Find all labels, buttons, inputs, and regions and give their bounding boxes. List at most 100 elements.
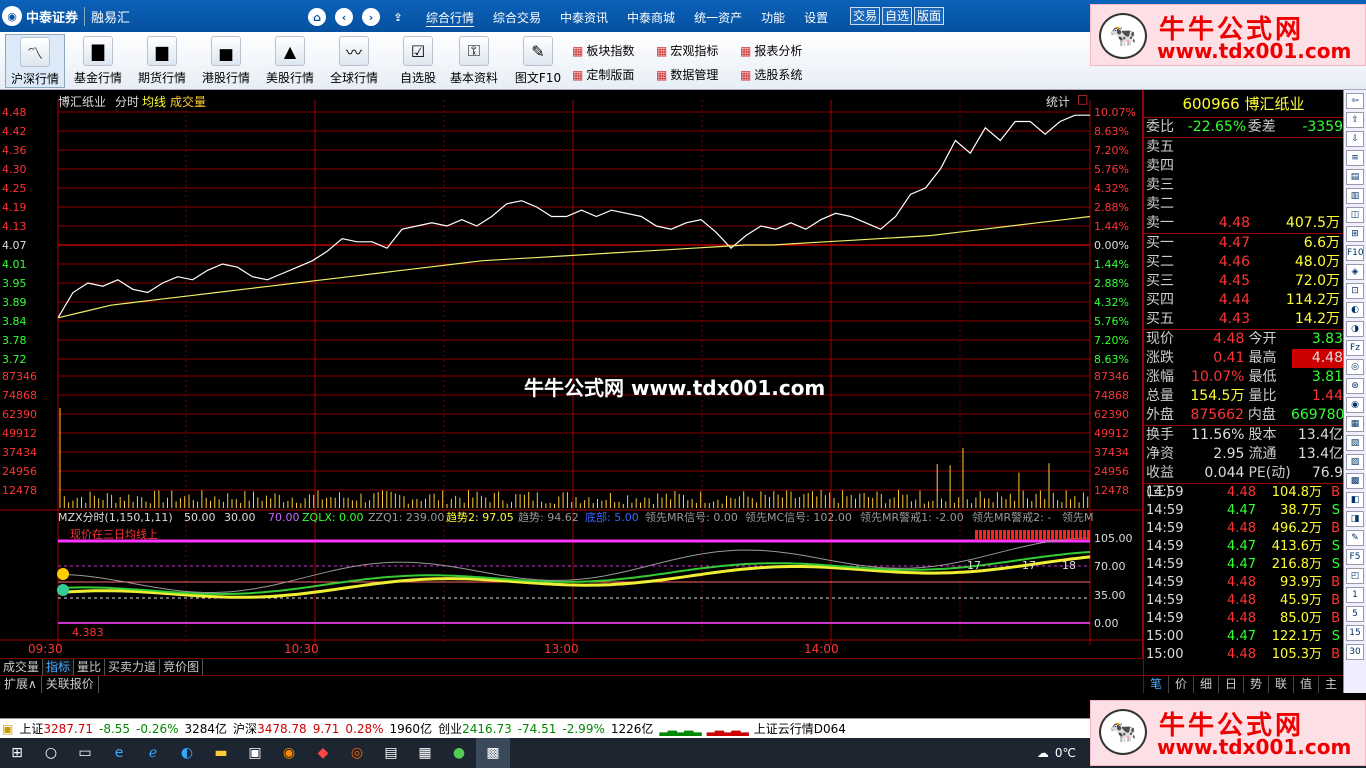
app-icon-pin[interactable]: ◎ — [340, 738, 374, 768]
side-tool-icon-23[interactable]: ✎ — [1346, 530, 1364, 546]
side-tool-icon-13[interactable]: Fz — [1346, 340, 1364, 356]
menu-5[interactable]: 功能 — [761, 9, 785, 27]
panel-tab-1[interactable]: 价 — [1169, 676, 1194, 693]
side-tool-icon-25[interactable]: ◰ — [1346, 568, 1364, 584]
weather[interactable]: ☁ 0℃ — [1037, 746, 1076, 760]
panel-tab-5[interactable]: 联 — [1269, 676, 1294, 693]
panel-tab-4[interactable]: 势 — [1244, 676, 1269, 693]
stats-button[interactable]: 统计 — [1046, 93, 1070, 110]
ob-volume: 48.0万 — [1294, 254, 1340, 270]
ie-icon[interactable]: ℯ — [136, 738, 170, 768]
back-icon[interactable]: ‹ — [335, 8, 353, 26]
panel-tab-0[interactable]: 笔 — [1144, 676, 1169, 693]
app-icon-green[interactable]: ● — [442, 738, 476, 768]
side-tool-icon-27[interactable]: 5 — [1346, 606, 1364, 622]
quick-btn-2[interactable]: 版面 — [914, 7, 945, 25]
toolbar-btn-3[interactable]: ▅ 港股行情 — [196, 34, 256, 88]
quick-btn-0[interactable]: 交易 — [850, 7, 881, 25]
menu-0[interactable]: 综合行情 — [426, 9, 475, 27]
extend-tab-1[interactable]: 关联报价 — [42, 676, 99, 693]
orderbook-row: 卖三 — [1144, 176, 1343, 195]
index-icon[interactable]: ▣ — [2, 722, 13, 736]
chart-tab-1[interactable]: 指标 — [43, 659, 75, 675]
side-tool-icon-24[interactable]: F5 — [1346, 549, 1364, 565]
side-tool-icon-1[interactable]: ⇧ — [1346, 112, 1364, 128]
side-tool-icon-4[interactable]: ▤ — [1346, 169, 1364, 185]
side-tool-icon-26[interactable]: 1 — [1346, 587, 1364, 603]
toolbar-btn-8[interactable]: ✎ 图文F10 — [508, 34, 568, 88]
ind-red-signal — [1015, 530, 1018, 540]
app-icon-orange[interactable]: ◉ — [272, 738, 306, 768]
side-tool-icon-15[interactable]: ⊛ — [1346, 378, 1364, 394]
extend-tab-0[interactable]: 扩展∧ — [0, 676, 42, 693]
cow-logo-icon-2: 🐄 — [1099, 709, 1147, 755]
task-view-icon[interactable]: ▭ — [68, 738, 102, 768]
toolbar-btn-1[interactable]: ▇ 基金行情 — [68, 34, 128, 88]
toolbar-small-5[interactable]: ▦ 选股系统 — [740, 66, 802, 83]
side-tool-icon-0[interactable]: ⇦ — [1346, 93, 1364, 109]
toolbar-btn-6[interactable]: ☑ 自选股 — [388, 34, 448, 88]
quick-btn-1[interactable]: 自选 — [882, 7, 913, 25]
side-tool-icon-11[interactable]: ◐ — [1346, 302, 1364, 318]
chart-tab-0[interactable]: 成交量 — [0, 659, 44, 675]
side-tool-icon-3[interactable]: ≡ — [1346, 150, 1364, 166]
toolbar-btn-2[interactable]: ▆ 期货行情 — [132, 34, 192, 88]
edge-icon[interactable]: e — [102, 738, 136, 768]
menu-3[interactable]: 中泰商城 — [627, 9, 675, 27]
share-icon[interactable]: ⇪ — [389, 8, 407, 26]
toolbar-small-0[interactable]: ▦ 板块指数 — [572, 42, 634, 59]
side-tool-icon-6[interactable]: ◫ — [1346, 207, 1364, 223]
menu-2[interactable]: 中泰资讯 — [560, 9, 608, 27]
side-tool-icon-2[interactable]: ⇩ — [1346, 131, 1364, 147]
side-tool-icon-17[interactable]: ▦ — [1346, 416, 1364, 432]
side-tool-icon-19[interactable]: ▨ — [1346, 454, 1364, 470]
store-icon[interactable]: ▣ — [238, 738, 272, 768]
side-tool-icon-28[interactable]: 15 — [1346, 625, 1364, 641]
panel-tab-2[interactable]: 细 — [1194, 676, 1219, 693]
side-tool-icon-5[interactable]: ▥ — [1346, 188, 1364, 204]
side-tool-icon-9[interactable]: ◈ — [1346, 264, 1364, 280]
side-tool-icon-8[interactable]: F10 — [1346, 245, 1364, 261]
windows-start-icon[interactable]: ⊞ — [0, 738, 34, 768]
forward-icon[interactable]: › — [362, 8, 380, 26]
stats-window-icon[interactable]: □ — [1077, 92, 1088, 106]
toolbar-small-1[interactable]: ▦ 宏观指标 — [656, 42, 718, 59]
toolbar-btn-5[interactable]: 〰全球行情 — [324, 34, 384, 88]
home-icon[interactable]: ⌂ — [308, 8, 326, 26]
folder-icon[interactable]: ▬ — [204, 738, 238, 768]
ob-price — [1190, 138, 1250, 157]
panel-tab-7[interactable]: 主 — [1319, 676, 1344, 693]
menu-1[interactable]: 综合交易 — [493, 9, 541, 27]
menu-6[interactable]: 设置 — [804, 9, 828, 27]
panel-tab-3[interactable]: 日 — [1219, 676, 1244, 693]
side-tool-icon-7[interactable]: ⊞ — [1346, 226, 1364, 242]
side-tool-icon-12[interactable]: ◑ — [1346, 321, 1364, 337]
panel-tab-6[interactable]: 值 — [1294, 676, 1319, 693]
side-tool-icon-20[interactable]: ▩ — [1346, 473, 1364, 489]
toolbar-small-2[interactable]: ▦ 报表分析 — [740, 42, 802, 59]
toolbar-btn-0[interactable]: 〽沪深行情 — [5, 34, 65, 88]
side-tool-icon-16[interactable]: ◉ — [1346, 397, 1364, 413]
side-tool-icon-21[interactable]: ◧ — [1346, 492, 1364, 508]
brand-logo[interactable]: ◉ 中泰证券 融易汇 — [2, 5, 130, 27]
app-icon-monitor[interactable]: ▤ — [374, 738, 408, 768]
side-tool-icon-22[interactable]: ◨ — [1346, 511, 1364, 527]
calculator-icon[interactable]: ▦ — [408, 738, 442, 768]
tdx-app-icon[interactable]: ▩ — [476, 738, 510, 768]
toolbar-small-3[interactable]: ▦ 定制版面 — [572, 66, 634, 83]
side-tool-icon-14[interactable]: ◎ — [1346, 359, 1364, 375]
side-tool-icon-29[interactable]: 30 — [1346, 644, 1364, 660]
toolbar-small-4[interactable]: ▦ 数据管理 — [656, 66, 718, 83]
app-icon-red[interactable]: ◆ — [306, 738, 340, 768]
side-tool-icon-18[interactable]: ▧ — [1346, 435, 1364, 451]
chart-tab-3[interactable]: 买卖力道 — [105, 659, 161, 675]
browser-icon[interactable]: ◐ — [170, 738, 204, 768]
cloud-status[interactable]: 上证云行情D064 — [754, 720, 846, 737]
toolbar-btn-7[interactable]: ⚿ 基本资料 — [444, 34, 504, 88]
chart-tab-2[interactable]: 量比 — [74, 659, 106, 675]
side-tool-icon-10[interactable]: ⊡ — [1346, 283, 1364, 299]
chart-tab-4[interactable]: 竞价图 — [160, 659, 204, 675]
search-icon[interactable]: ○ — [34, 738, 68, 768]
toolbar-btn-4[interactable]: ▲ 美股行情 — [260, 34, 320, 88]
menu-4[interactable]: 统一资产 — [694, 9, 742, 27]
